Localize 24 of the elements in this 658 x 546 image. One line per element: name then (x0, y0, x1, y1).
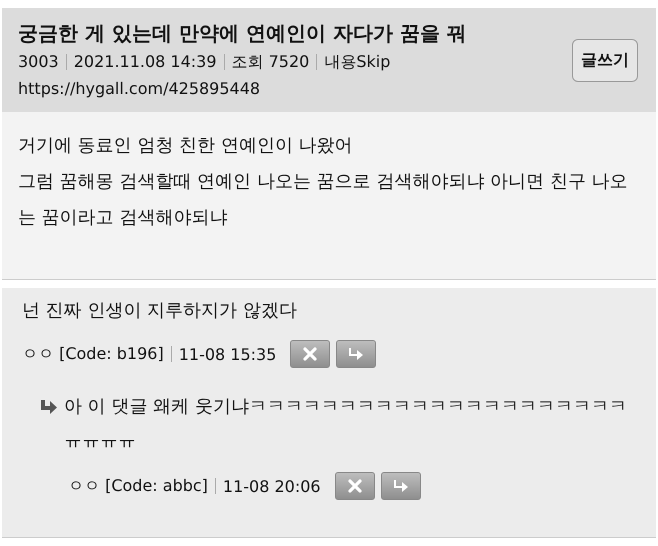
comment-time: 11-08 15:35 (178, 344, 276, 364)
write-button[interactable]: 글쓰기 (572, 38, 638, 82)
comment-author: ㅇㅇ [Code: b196] (22, 344, 164, 364)
post-meta: 내용Skip (324, 51, 390, 73)
comment-text: 넌 진짜 인생이 지루하지가 않겠다 (22, 299, 298, 323)
delete-button[interactable] (290, 340, 330, 368)
reply-arrow-icon (40, 399, 58, 415)
reply-button[interactable] (380, 472, 421, 500)
close-icon (302, 347, 318, 361)
comment-author: ㅇㅇ [Code: abbc] (68, 476, 208, 496)
post-text: 거기에 동료인 엄청 친한 연예인이 나왔어 (18, 134, 354, 158)
reply-button[interactable] (336, 340, 376, 368)
reply-arrow-icon (392, 479, 409, 493)
post-meta: 2021.11.08 14:39 (74, 51, 217, 73)
post-title: 궁금한 게 있는데 만약에 연예인이 자다가 꿈을 꿔 (18, 20, 468, 47)
comment-time: 11-08 20:06 (222, 476, 321, 496)
post-text: 그럼 꿈해몽 검색할때 연예인 나오는 꿈으로 검색해야되냐 아니면 친구 나오는 꿈이라고 검색해야되냐 (18, 170, 628, 230)
reply-arrow-icon (348, 347, 364, 361)
close-icon (346, 479, 363, 493)
post-meta: 조회 7520 (232, 51, 310, 73)
post-url: https://hygall.com/425895448 (18, 78, 262, 100)
delete-button[interactable] (334, 472, 375, 500)
post-meta: 3003 (18, 51, 59, 73)
comment-text: 아 이 댓글 왜케 웃기냐ㅋㅋㅋㅋㅋㅋㅋㅋㅋㅋㅋㅋㅋㅋㅋㅋㅋㅋㅋㅋㅋㅠㅠㅠㅠ (64, 395, 628, 453)
